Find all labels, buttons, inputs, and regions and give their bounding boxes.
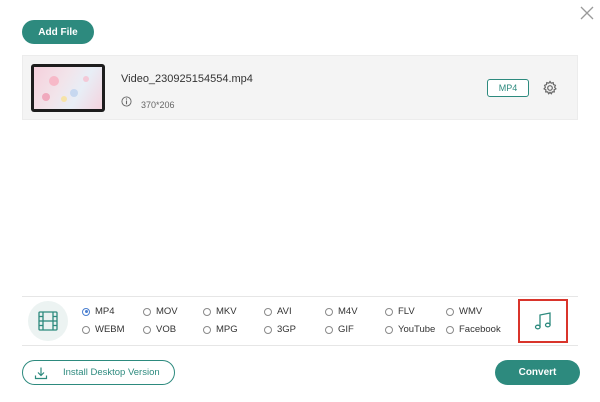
format-label: FLV	[398, 306, 415, 317]
format-label: WMV	[459, 306, 483, 317]
radio-selected[interactable]	[82, 307, 90, 316]
format-option-mp4[interactable]: MP4	[82, 306, 115, 317]
radio[interactable]	[325, 307, 333, 316]
format-option-mov[interactable]: MOV	[143, 306, 178, 317]
format-option-avi[interactable]: AVI	[264, 306, 292, 317]
format-label: 3GP	[277, 324, 297, 335]
file-item: Video_230925154554.mp4 370*206 MP4	[22, 55, 578, 120]
radio[interactable]	[203, 307, 211, 316]
format-option-3gp[interactable]: 3GP	[264, 324, 296, 335]
info-icon[interactable]	[121, 96, 132, 107]
radio[interactable]	[203, 325, 211, 334]
radio[interactable]	[143, 307, 151, 316]
install-label: Install Desktop Version	[63, 367, 160, 378]
radio[interactable]	[82, 325, 90, 334]
radio[interactable]	[143, 325, 151, 334]
radio[interactable]	[385, 325, 393, 334]
radio[interactable]	[264, 325, 272, 334]
format-label: MPG	[216, 324, 238, 335]
format-label: YouTube	[398, 324, 436, 335]
format-label: MP4	[95, 306, 115, 317]
format-option-youtube[interactable]: YouTube	[385, 324, 435, 335]
radio[interactable]	[264, 307, 272, 316]
radio[interactable]	[446, 325, 454, 334]
format-label: WEBM	[95, 324, 125, 335]
add-file-button[interactable]: Add File	[22, 20, 94, 44]
format-option-facebook[interactable]: Facebook	[446, 324, 501, 335]
format-option-wmv[interactable]: WMV	[446, 306, 482, 317]
music-note-icon	[534, 312, 551, 330]
file-resolution: 370*206	[141, 100, 175, 110]
audio-format-tab[interactable]	[518, 299, 568, 343]
format-panel: MP4 MOV MKV AVI M4V FLV WMV WEBM VOB MPG…	[22, 296, 578, 346]
format-label: M4V	[338, 306, 358, 317]
format-option-webm[interactable]: WEBM	[82, 324, 125, 335]
format-options: MP4 MOV MKV AVI M4V FLV WMV WEBM VOB MPG…	[82, 304, 522, 340]
close-icon[interactable]	[578, 4, 596, 22]
format-option-vob[interactable]: VOB	[143, 324, 176, 335]
output-format-badge[interactable]: MP4	[487, 79, 529, 97]
format-label: MKV	[216, 306, 237, 317]
radio[interactable]	[385, 307, 393, 316]
radio[interactable]	[325, 325, 333, 334]
convert-button[interactable]: Convert	[495, 360, 580, 385]
film-icon	[38, 311, 58, 331]
gear-icon[interactable]	[542, 80, 558, 96]
radio[interactable]	[446, 307, 454, 316]
file-name: Video_230925154554.mp4	[121, 73, 253, 85]
format-option-m4v[interactable]: M4V	[325, 306, 358, 317]
download-icon	[34, 367, 48, 379]
format-label: MOV	[156, 306, 178, 317]
video-thumbnail	[31, 64, 105, 112]
format-label: VOB	[156, 324, 177, 335]
format-option-mpg[interactable]: MPG	[203, 324, 238, 335]
format-label: Facebook	[459, 324, 501, 335]
install-desktop-button[interactable]: Install Desktop Version	[22, 360, 175, 385]
format-label: GIF	[338, 324, 354, 335]
format-option-flv[interactable]: FLV	[385, 306, 415, 317]
format-label: AVI	[277, 306, 292, 317]
format-option-gif[interactable]: GIF	[325, 324, 354, 335]
video-format-tab[interactable]	[28, 301, 68, 341]
format-option-mkv[interactable]: MKV	[203, 306, 237, 317]
